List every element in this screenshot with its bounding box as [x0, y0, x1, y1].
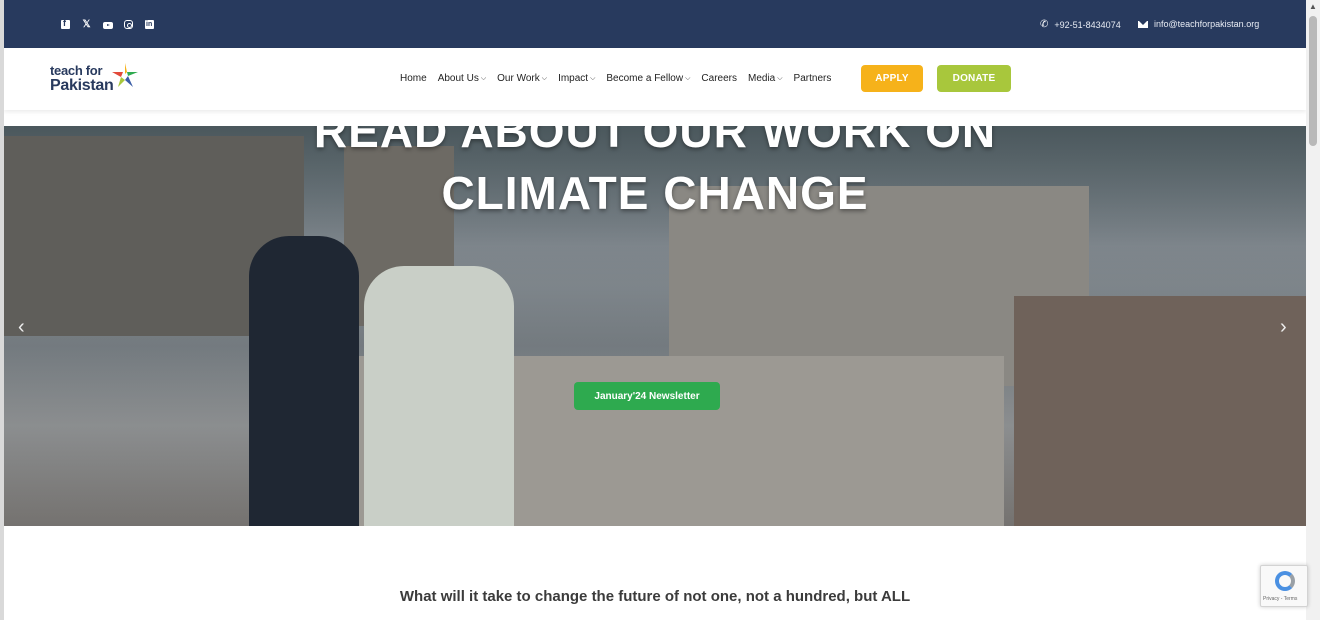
- x-icon[interactable]: 𝕏: [81, 19, 92, 30]
- main-navbar: teach for Pakistan Home About Us ⌵ Our Wo…: [4, 48, 1306, 110]
- site-logo[interactable]: teach for Pakistan: [50, 60, 150, 100]
- donate-button[interactable]: DONATE: [937, 65, 1011, 92]
- nav-label: Impact: [558, 73, 589, 84]
- phone-number: +92-51-8434074: [1054, 19, 1121, 30]
- star-logo-icon: [112, 63, 138, 87]
- chevron-down-icon: ⌵: [590, 74, 596, 82]
- hero-backdrop-building: [1014, 296, 1306, 526]
- social-links: 𝕏: [60, 18, 155, 30]
- chevron-down-icon: ⌵: [777, 74, 783, 82]
- hero-title-line1: READ ABOUT OUR WORK ON: [313, 126, 997, 157]
- chevron-left-icon[interactable]: ‹: [18, 316, 25, 339]
- linkedin-icon[interactable]: [144, 19, 155, 30]
- recaptcha-badge[interactable]: Privacy - Terms: [1260, 565, 1308, 607]
- phone-contact[interactable]: ✆ +92-51-8434074: [1040, 19, 1121, 30]
- mail-icon: [1138, 20, 1148, 28]
- chevron-down-icon: ⌵: [480, 74, 487, 82]
- chevron-down-icon: ⌵: [541, 74, 548, 82]
- nav-label: Careers: [701, 73, 737, 84]
- recaptcha-terms[interactable]: Privacy - Terms: [1263, 596, 1297, 602]
- instagram-icon[interactable]: [123, 19, 134, 30]
- youtube-icon[interactable]: [102, 19, 113, 30]
- page: 𝕏 ✆ +92-51-8434074 info@teachforpakistan…: [4, 0, 1306, 620]
- scroll-thumb[interactable]: [1309, 16, 1317, 146]
- hero-backdrop-person: [364, 266, 514, 526]
- facebook-icon[interactable]: [60, 18, 71, 30]
- chevron-down-icon: ⌵: [685, 74, 691, 82]
- phone-icon: ✆: [1040, 19, 1049, 30]
- apply-button[interactable]: APPLY: [861, 65, 923, 92]
- hero-slider: READ ABOUT OUR WORK ON CLIMATE CHANGE Ja…: [4, 126, 1306, 526]
- email-contact[interactable]: info@teachforpakistan.org: [1138, 19, 1259, 29]
- nav-label: Become a Fellow: [606, 73, 684, 84]
- logo-text-line1: teach for: [50, 63, 103, 78]
- nav-label: About Us: [437, 73, 479, 84]
- chevron-right-icon[interactable]: ›: [1280, 316, 1287, 339]
- logo-text-line2: Pakistan: [50, 77, 114, 94]
- scroll-up-icon[interactable]: ▲: [1306, 0, 1320, 14]
- nav-item-partners[interactable]: Partners: [794, 73, 832, 84]
- email-address: info@teachforpakistan.org: [1154, 19, 1260, 29]
- nav-item-our-work[interactable]: Our Work ⌵: [497, 73, 547, 84]
- hero-title-line2: CLIMATE CHANGE: [441, 167, 869, 219]
- nav-label: Home: [400, 73, 427, 84]
- nav-label: Partners: [793, 73, 832, 84]
- hero-backdrop-person: [249, 236, 359, 526]
- nav-label: Our Work: [497, 73, 540, 84]
- nav-item-media[interactable]: Media ⌵: [748, 73, 783, 84]
- page-scrollbar[interactable]: ▲: [1306, 0, 1320, 620]
- nav-label: Media: [747, 73, 776, 84]
- nav-item-about-us[interactable]: About Us ⌵: [438, 73, 486, 84]
- recaptcha-icon: [1275, 571, 1295, 591]
- nav-item-careers[interactable]: Careers: [701, 73, 737, 84]
- newsletter-button[interactable]: January'24 Newsletter: [574, 382, 720, 410]
- nav-item-home[interactable]: Home: [400, 73, 427, 84]
- nav-item-impact[interactable]: Impact ⌵: [558, 73, 595, 84]
- nav-item-become-a-fellow[interactable]: Become a Fellow ⌵: [606, 73, 690, 84]
- intro-heading: What will it take to change the future o…: [399, 588, 911, 605]
- primary-menu: Home About Us ⌵ Our Work ⌵ Impact ⌵ Become …: [400, 73, 842, 84]
- top-bar: 𝕏 ✆ +92-51-8434074 info@teachforpakistan…: [4, 0, 1306, 48]
